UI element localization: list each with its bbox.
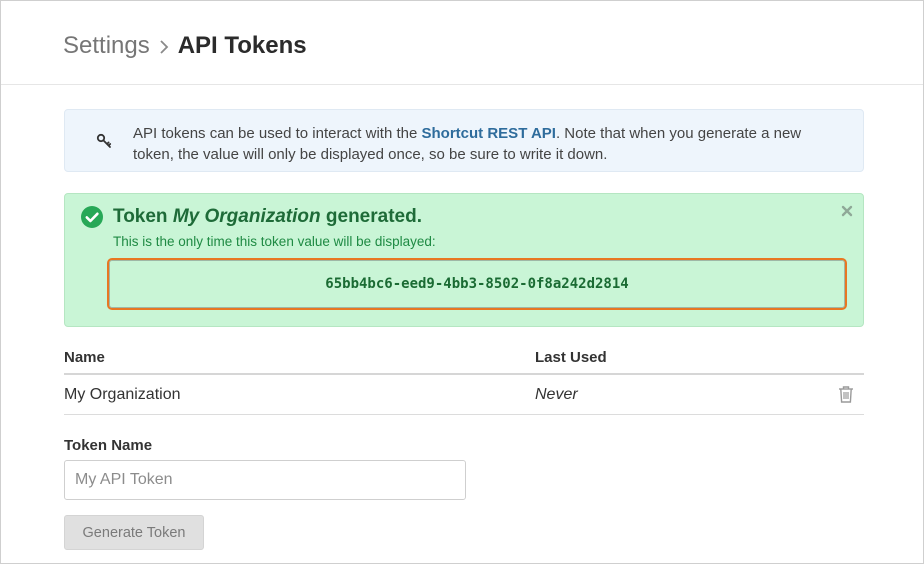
check-circle-icon — [81, 206, 103, 233]
page-title: API Tokens — [177, 32, 307, 59]
token-name-label: Token Name — [64, 437, 153, 454]
trash-icon[interactable] — [838, 385, 854, 408]
shortcut-rest-api-link[interactable]: Shortcut REST API — [422, 125, 556, 142]
token-last-used-cell: Never — [535, 386, 578, 403]
breadcrumb: Settings API Tokens — [63, 31, 307, 61]
success-banner: Token My Organization generated. This is… — [64, 193, 864, 327]
success-subtitle: This is the only time this token value w… — [113, 234, 436, 249]
success-token-name: My Organization — [172, 206, 321, 227]
chevron-right-icon — [150, 31, 178, 61]
table-header-row: Name Last Used — [64, 341, 864, 375]
token-name-input[interactable] — [64, 460, 466, 500]
column-header-name: Name — [64, 349, 105, 366]
token-value-field[interactable]: 65bb4bc6-eed9-4bb3-8502-0f8a242d2814 — [107, 258, 847, 310]
success-title-suffix: generated. — [320, 206, 422, 227]
tokens-table: Name Last Used My Organization Never — [64, 341, 864, 415]
close-icon[interactable] — [841, 204, 853, 222]
generate-token-button[interactable]: Generate Token — [64, 515, 204, 550]
success-title: Token My Organization generated. — [113, 206, 422, 228]
token-name-cell: My Organization — [64, 386, 181, 403]
page-header: Settings API Tokens — [1, 1, 923, 85]
table-row: My Organization Never — [64, 375, 864, 415]
column-header-last-used: Last Used — [535, 349, 607, 366]
success-title-prefix: Token — [113, 206, 173, 227]
breadcrumb-settings-link[interactable]: Settings — [63, 31, 150, 61]
info-banner: API tokens can be used to interact with … — [64, 109, 864, 172]
info-text: API tokens can be used to interact with … — [133, 123, 843, 165]
app-window: Settings API Tokens API tokens can be us… — [0, 0, 924, 564]
info-text-before: API tokens can be used to interact with … — [133, 125, 422, 142]
key-icon — [96, 133, 112, 154]
